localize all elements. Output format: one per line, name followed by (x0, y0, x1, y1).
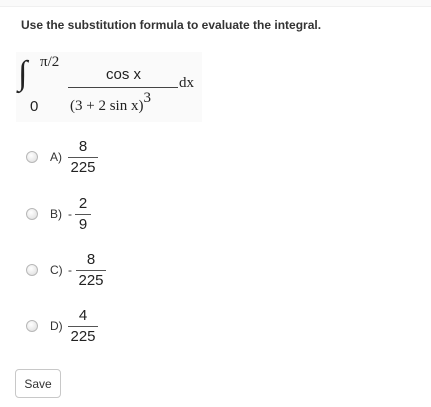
option-d-bar (68, 326, 98, 327)
save-button[interactable]: Save (15, 369, 61, 398)
lower-limit: 0 (30, 98, 39, 115)
question-text: Use the substitution formula to evaluate… (21, 18, 322, 32)
option-a[interactable]: A) 8 225 (26, 138, 226, 191)
option-d-fraction: 4 225 (68, 307, 98, 346)
top-strip (0, 0, 431, 7)
differential: dx (179, 75, 194, 91)
option-b-label: B) (50, 207, 62, 221)
option-c-sign: - (68, 263, 72, 277)
option-a-fraction: 8 225 (68, 138, 98, 177)
option-d-label: D) (50, 319, 63, 333)
integral-sign: ∫ (18, 55, 28, 92)
option-c-denominator: 225 (78, 272, 104, 289)
denominator-exponent: 3 (143, 90, 151, 106)
option-c[interactable]: C) - 8 225 (26, 251, 226, 304)
radio-a[interactable] (26, 151, 38, 163)
option-b-sign: - (68, 207, 72, 221)
integral-expression: ∫ π/2 0 cos x (3 + 2 sin x)3 dx (16, 52, 202, 122)
option-a-numerator: 8 (78, 138, 88, 155)
option-c-fraction: 8 225 (76, 251, 106, 290)
option-b[interactable]: B) - 2 9 (26, 195, 226, 248)
option-b-denominator: 9 (78, 216, 88, 233)
denominator-base: (3 + 2 sin x) (70, 98, 144, 114)
option-d[interactable]: D) 4 225 (26, 307, 226, 360)
option-a-label: A) (50, 150, 62, 164)
radio-d[interactable] (26, 320, 38, 332)
radio-c[interactable] (26, 264, 38, 276)
integrand-numerator: cos x (106, 66, 142, 83)
option-b-bar (75, 214, 91, 215)
option-c-bar (76, 270, 106, 271)
fraction-bar (68, 87, 178, 88)
option-a-denominator: 225 (70, 159, 96, 176)
option-c-label: C) (50, 263, 63, 277)
option-b-fraction: 2 9 (75, 195, 91, 234)
option-a-bar (68, 157, 98, 158)
integrand-denominator: (3 + 2 sin x)3 (70, 90, 151, 115)
option-d-numerator: 4 (78, 307, 88, 324)
radio-b[interactable] (26, 208, 38, 220)
option-c-numerator: 8 (86, 251, 96, 268)
option-d-denominator: 225 (70, 328, 96, 345)
upper-limit: π/2 (40, 54, 60, 70)
option-b-numerator: 2 (78, 195, 88, 212)
